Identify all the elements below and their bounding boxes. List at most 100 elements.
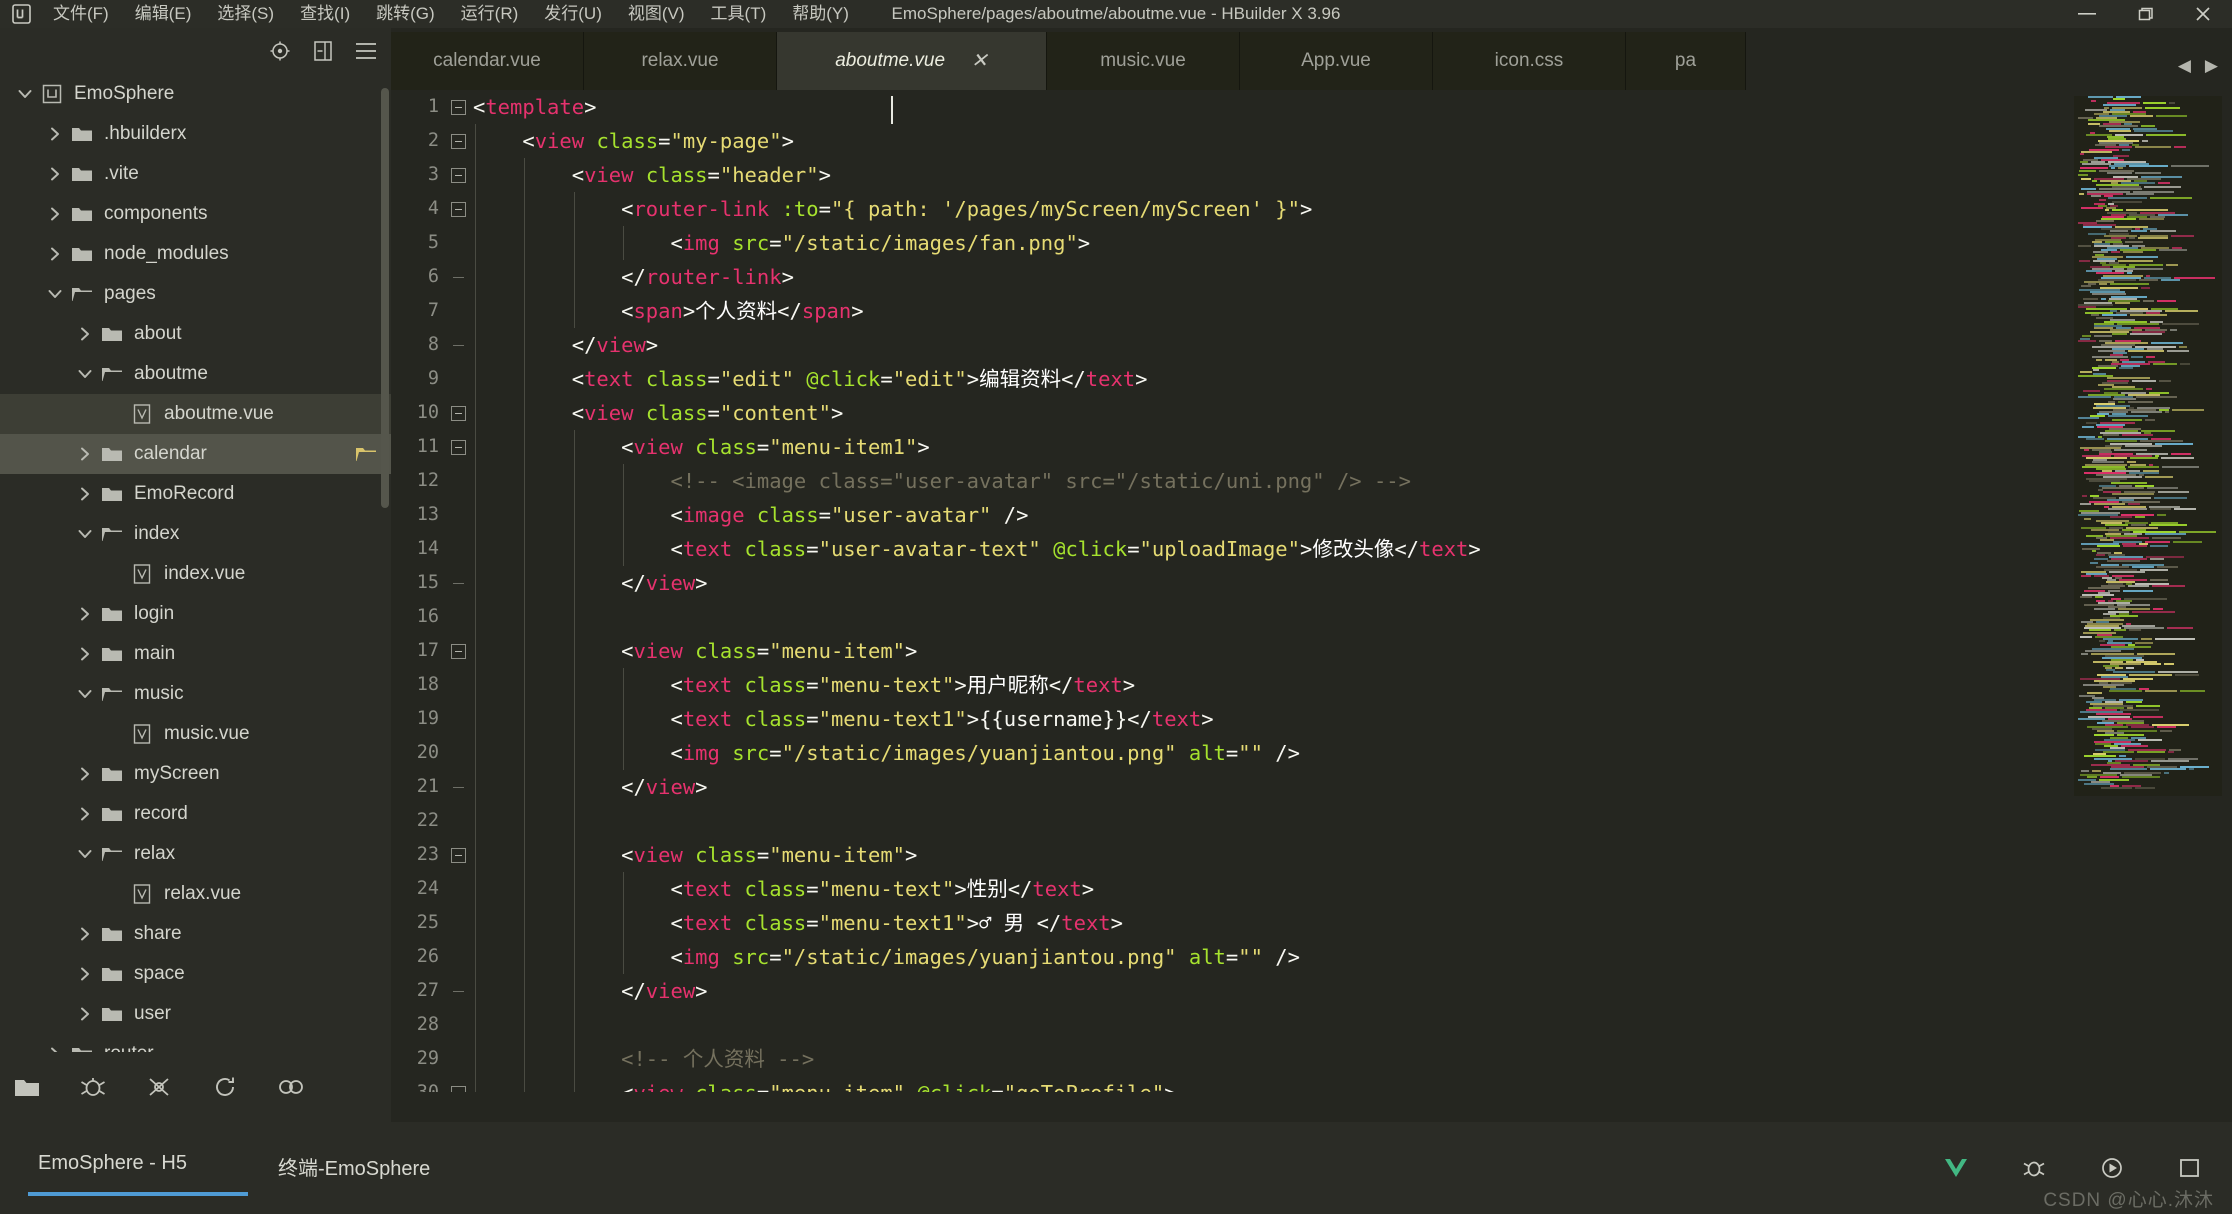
window-controls[interactable] xyxy=(2058,0,2232,28)
menu-find[interactable]: 查找(I) xyxy=(287,0,363,28)
tab-close-icon[interactable]: ✕ xyxy=(971,51,988,71)
code-lines[interactable]: 1 <template> 2 <view class="my-page"> 3 <vi… xyxy=(391,90,2232,1092)
tab-pa[interactable]: pa xyxy=(1626,32,1746,90)
code-line[interactable]: 7 <span>个人资料</span> xyxy=(391,294,2232,328)
code-line[interactable]: 25 <text class="menu-text1">♂ 男 </text> xyxy=(391,906,2232,940)
code-line[interactable]: 30 <view class="menu-item" @click="goToP… xyxy=(391,1076,2232,1092)
menu-goto[interactable]: 跳转(G) xyxy=(363,0,448,28)
chevron-left-icon[interactable]: ◀ xyxy=(2178,56,2191,1206)
chevron-down-icon[interactable] xyxy=(12,81,38,107)
code-line[interactable]: 6 </router-link> xyxy=(391,260,2232,294)
collapse-all-icon[interactable] xyxy=(310,38,336,64)
tree-item-components[interactable]: components xyxy=(0,194,391,234)
code-line[interactable]: 22 xyxy=(391,804,2232,838)
tree-item-.hbuilderx[interactable]: .hbuilderx xyxy=(0,114,391,154)
fold-toggle-icon[interactable] xyxy=(443,201,473,217)
status-project-name[interactable]: EmoSphere - H5 xyxy=(38,1152,187,1175)
tree-item-pages[interactable]: pages xyxy=(0,274,391,314)
fold-toggle-icon[interactable] xyxy=(443,847,473,863)
code-line[interactable]: 9 <text class="edit" @click="edit">编辑资料<… xyxy=(391,362,2232,396)
code-line[interactable]: 20 <img src="/static/images/yuanjiantou.… xyxy=(391,736,2232,770)
menu-tools[interactable]: 工具(T) xyxy=(698,0,780,28)
sidebar-scrollbar[interactable] xyxy=(381,88,389,508)
code-line[interactable]: 10 <view class="content"> xyxy=(391,396,2232,430)
code-line[interactable]: 2 <view class="my-page"> xyxy=(391,124,2232,158)
chevron-right-icon[interactable] xyxy=(42,161,68,187)
tab-aboutme-vue[interactable]: aboutme.vue ✕ xyxy=(777,32,1047,90)
tree-item-aboutme.vue[interactable]: aboutme.vue xyxy=(0,394,391,434)
project-manager-icon[interactable] xyxy=(10,1070,44,1104)
menu-icon[interactable] xyxy=(353,38,379,64)
tree-item-record[interactable]: record xyxy=(0,794,391,834)
tree-item-relax[interactable]: relax xyxy=(0,834,391,874)
code-line[interactable]: 16 xyxy=(391,600,2232,634)
chevron-right-icon[interactable] xyxy=(72,1001,98,1027)
tree-item-index.vue[interactable]: index.vue xyxy=(0,554,391,594)
fold-toggle-icon[interactable] xyxy=(443,405,473,421)
tree-item-emorecord[interactable]: EmoRecord xyxy=(0,474,391,514)
chevron-right-icon[interactable] xyxy=(72,961,98,987)
tab-icon-css[interactable]: icon.css xyxy=(1433,32,1626,90)
code-line[interactable]: 12 <!-- <image class="user-avatar" src="… xyxy=(391,464,2232,498)
sync-icon[interactable] xyxy=(208,1070,242,1104)
chevron-down-icon[interactable] xyxy=(42,281,68,307)
tab-relax-vue[interactable]: relax.vue xyxy=(584,32,777,90)
code-editor[interactable]: 1 <template> 2 <view class="my-page"> 3 <vi… xyxy=(391,90,2232,1092)
tree-item-.vite[interactable]: .vite xyxy=(0,154,391,194)
code-line[interactable]: 26 <img src="/static/images/yuanjiantou.… xyxy=(391,940,2232,974)
menu-edit[interactable]: 编辑(E) xyxy=(122,0,205,28)
fold-toggle-icon[interactable] xyxy=(443,643,473,659)
menu-file[interactable]: 文件(F) xyxy=(40,0,122,28)
menu-view[interactable]: 视图(V) xyxy=(615,0,698,28)
code-line[interactable]: 13 <image class="user-avatar" /> xyxy=(391,498,2232,532)
tree-item-calendar[interactable]: calendar xyxy=(0,434,391,474)
code-line[interactable]: 18 <text class="menu-text">用户昵称</text> xyxy=(391,668,2232,702)
menu-select[interactable]: 选择(S) xyxy=(204,0,287,28)
theme-icon[interactable] xyxy=(274,1070,308,1104)
code-line[interactable]: 27 </view> xyxy=(391,974,2232,1008)
chevron-right-icon[interactable]: ▶ xyxy=(2205,56,2218,1206)
chevron-right-icon[interactable] xyxy=(72,641,98,667)
code-line[interactable]: 14 <text class="user-avatar-text" @click… xyxy=(391,532,2232,566)
fold-toggle-icon[interactable] xyxy=(443,1085,473,1092)
tab-scroll-controls[interactable]: ◀ ▶ xyxy=(2178,56,2218,1206)
chevron-right-icon[interactable] xyxy=(72,761,98,787)
chevron-right-icon[interactable] xyxy=(42,201,68,227)
chevron-right-icon[interactable] xyxy=(42,241,68,267)
code-line[interactable]: 11 <view class="menu-item1"> xyxy=(391,430,2232,464)
maximize-button[interactable] xyxy=(2116,0,2174,28)
code-line[interactable]: 5 <img src="/static/images/fan.png"> xyxy=(391,226,2232,260)
tree-item-user[interactable]: user xyxy=(0,994,391,1034)
file-tree[interactable]: EmoSphere .hbuilderx .vite components node_m… xyxy=(0,74,391,1092)
code-line[interactable]: 19 <text class="menu-text1">{{username}}… xyxy=(391,702,2232,736)
tree-item-index[interactable]: index xyxy=(0,514,391,554)
fold-toggle-icon[interactable] xyxy=(443,133,473,149)
tree-item-music.vue[interactable]: music.vue xyxy=(0,714,391,754)
code-line[interactable]: 4 <router-link :to="{ path: '/pages/mySc… xyxy=(391,192,2232,226)
tab-calendar-vue[interactable]: calendar.vue xyxy=(391,32,584,90)
chevron-right-icon[interactable] xyxy=(72,921,98,947)
tree-item-emosphere[interactable]: EmoSphere xyxy=(0,74,391,114)
code-line[interactable]: 17 <view class="menu-item"> xyxy=(391,634,2232,668)
chevron-right-icon[interactable] xyxy=(72,441,98,467)
debug-icon[interactable] xyxy=(76,1070,110,1104)
code-line[interactable]: 8 </view> xyxy=(391,328,2232,362)
chevron-down-icon[interactable] xyxy=(72,521,98,547)
fold-toggle-icon[interactable] xyxy=(443,167,473,183)
fold-toggle-icon[interactable] xyxy=(443,99,473,115)
close-button[interactable] xyxy=(2174,0,2232,28)
tree-item-node_modules[interactable]: node_modules xyxy=(0,234,391,274)
plugin-icon[interactable] xyxy=(142,1070,176,1104)
tree-item-music[interactable]: music xyxy=(0,674,391,714)
tree-item-space[interactable]: space xyxy=(0,954,391,994)
chevron-down-icon[interactable] xyxy=(72,681,98,707)
chevron-down-icon[interactable] xyxy=(72,361,98,387)
chevron-right-icon[interactable] xyxy=(72,801,98,827)
vue-icon[interactable] xyxy=(1940,1152,1972,1184)
menu-publish[interactable]: 发行(U) xyxy=(531,0,615,28)
chevron-right-icon[interactable] xyxy=(42,121,68,147)
chevron-right-icon[interactable] xyxy=(72,601,98,627)
tree-item-myscreen[interactable]: myScreen xyxy=(0,754,391,794)
code-line[interactable]: 24 <text class="menu-text">性别</text> xyxy=(391,872,2232,906)
code-line[interactable]: 28 xyxy=(391,1008,2232,1042)
